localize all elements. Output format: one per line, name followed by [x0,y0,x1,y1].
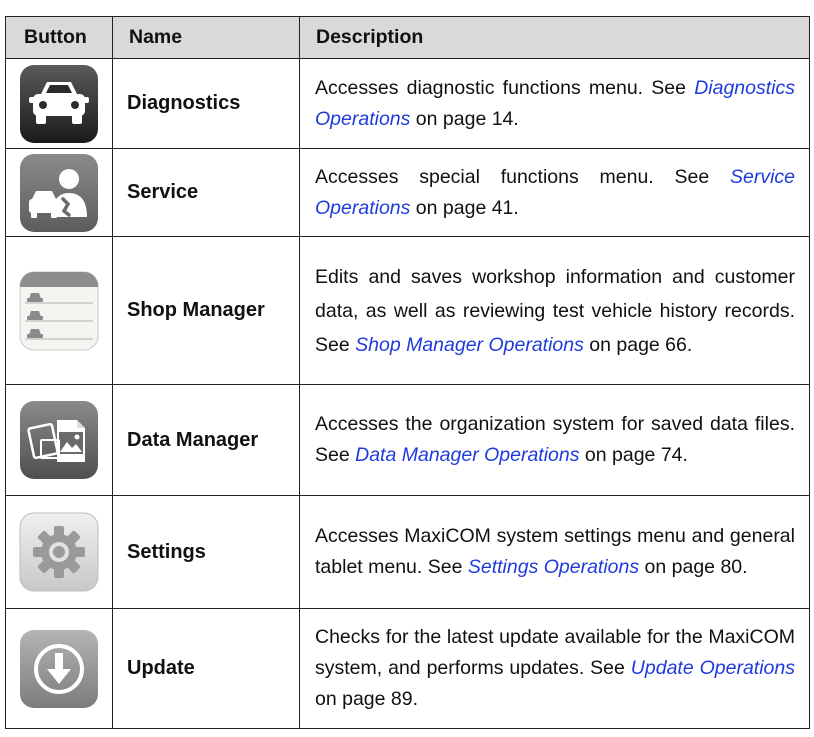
shop-manager-icon[interactable] [19,271,99,351]
data-manager-icon[interactable] [19,400,99,480]
icon-cell [5,608,113,729]
row-name: Settings [112,495,300,609]
table-row: Diagnostics Accesses diagnostic function… [5,58,810,149]
row-description: Checks for the latest update available f… [299,608,810,729]
service-technician-icon[interactable] [19,153,99,233]
row-name: Update [112,608,300,729]
row-description: Accesses the organization system for sav… [299,384,810,496]
link-update-operations[interactable]: Update Operations [631,657,795,679]
desc-text: Accesses diagnostic functions menu. See [315,76,695,99]
table-row: Update Checks for the latest update avai… [5,608,810,729]
desc-text: on page 41. [410,196,519,219]
desc-text: on page 89. [315,688,419,710]
table-row: Settings Accesses MaxiCOM system setting… [5,495,810,609]
row-name: Data Manager [112,384,300,496]
link-shop-manager-operations[interactable]: Shop Manager Operations [355,334,584,356]
header-button: Button [5,16,113,59]
update-download-icon[interactable] [19,629,99,709]
row-description: Accesses diagnostic functions menu. See … [299,58,810,149]
table-row: Data Manager Accesses the organization s… [5,384,810,496]
link-settings-operations[interactable]: Settings Operations [468,556,639,578]
settings-gear-icon[interactable] [19,512,99,592]
desc-text: on page 80. [639,556,748,578]
car-icon[interactable] [19,64,99,144]
icon-cell [5,148,113,237]
icon-cell [5,236,113,385]
row-name: Diagnostics [112,58,300,149]
row-name: Service [112,148,300,237]
application-buttons-table: Button Name Description Diagnostics Acce… [5,16,810,729]
desc-text: on page 14. [410,107,519,130]
header-name: Name [112,16,300,59]
icon-cell [5,495,113,609]
icon-cell [5,384,113,496]
row-description: Edits and saves workshop information and… [299,236,810,385]
table-row: Shop Manager Edits and saves workshop in… [5,236,810,385]
row-name: Shop Manager [112,236,300,385]
row-description: Accesses special functions menu. See Ser… [299,148,810,237]
table-header-row: Button Name Description [5,16,810,59]
desc-text: on page 66. [583,333,693,356]
link-data-manager-operations[interactable]: Data Manager Operations [355,444,579,466]
desc-text: Accesses special functions menu. See [315,165,730,188]
table-row: Service Accesses special functions menu.… [5,148,810,237]
icon-cell [5,58,113,149]
desc-text: on page 74. [579,444,688,466]
header-description: Description [299,16,810,59]
row-description: Accesses MaxiCOM system settings menu an… [299,495,810,609]
